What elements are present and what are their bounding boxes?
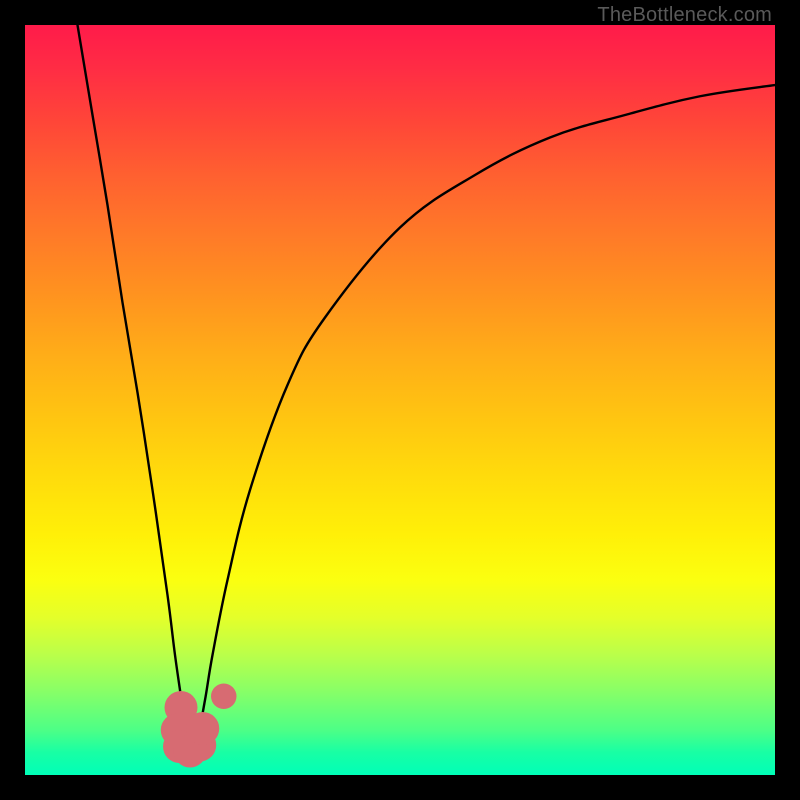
plot-area [25, 25, 775, 775]
curve-left-branch [78, 25, 191, 753]
watermark-label: TheBottleneck.com [597, 4, 772, 27]
annotation-marker [186, 712, 219, 745]
curve-right-branch [190, 85, 775, 753]
chart-frame: TheBottleneck.com [0, 0, 800, 800]
annotation-marker [211, 684, 237, 710]
annotation-markers [161, 684, 237, 768]
bottleneck-curve [78, 25, 776, 753]
curves-svg [25, 25, 775, 775]
